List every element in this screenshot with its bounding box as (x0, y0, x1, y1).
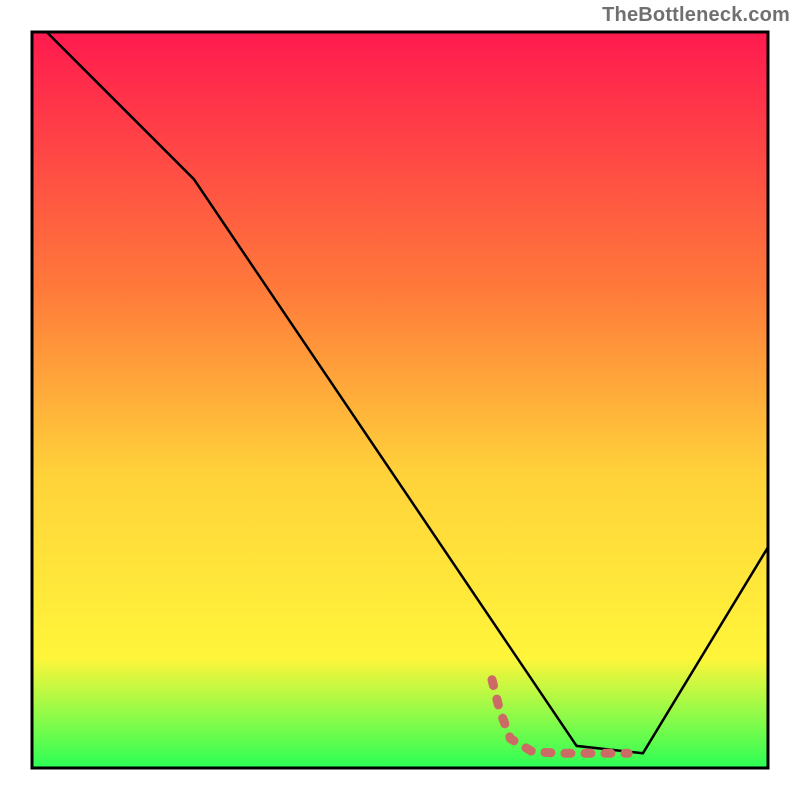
plot-background (32, 32, 768, 768)
chart-container: TheBottleneck.com (0, 0, 800, 800)
watermark-text: TheBottleneck.com (602, 4, 790, 27)
chart-svg (0, 0, 800, 800)
